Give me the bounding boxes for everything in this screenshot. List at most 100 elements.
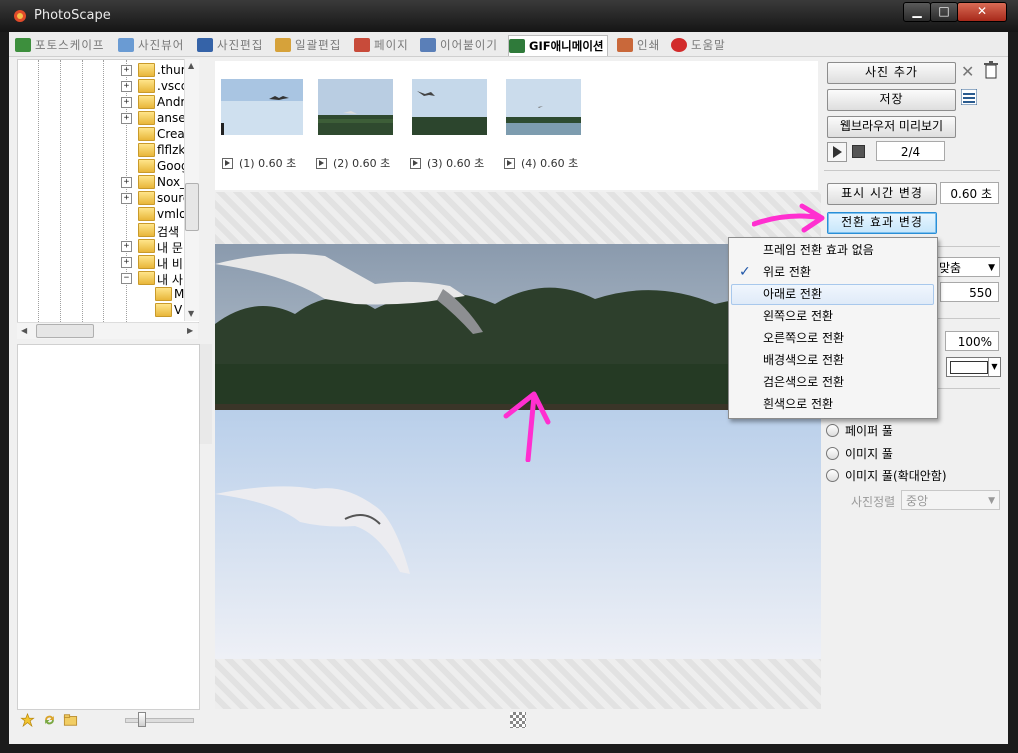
scroll-down-icon[interactable]: ▼ xyxy=(188,309,194,318)
browser-preview-button[interactable]: 웹브라우저 미리보기 xyxy=(827,116,956,138)
add-photo-button[interactable]: 사진 추가 xyxy=(827,62,956,84)
tree-horizontal-scroll-thumb[interactable] xyxy=(36,324,94,338)
tree-item[interactable]: V xyxy=(18,302,199,318)
expand-toggle-icon[interactable]: + xyxy=(121,97,132,108)
frame-time-label[interactable]: (2) 0.60 초 xyxy=(316,155,390,171)
tree-item[interactable]: M xyxy=(18,286,199,302)
play-frame-icon[interactable] xyxy=(316,157,327,169)
tab-print[interactable]: 인쇄 xyxy=(617,35,660,55)
tab-photoscape[interactable]: 포토스케이프 xyxy=(15,35,104,55)
frame-thumbnail[interactable] xyxy=(412,79,494,135)
tree-item[interactable]: + 내 비 xyxy=(18,254,199,271)
tree-item[interactable]: − 내 사 xyxy=(18,270,199,287)
expand-toggle-icon[interactable]: + xyxy=(121,177,132,188)
play-frame-icon[interactable] xyxy=(410,157,421,169)
minimize-button[interactable]: ▁ xyxy=(903,2,931,22)
tab-gif-animation[interactable]: GIF애니메이션 xyxy=(508,35,609,56)
tree-item[interactable]: + Nox_ xyxy=(18,174,199,190)
frame-thumbnail[interactable] xyxy=(506,79,588,135)
radio-circle[interactable] xyxy=(826,424,839,437)
tree-item[interactable]: + Andr xyxy=(18,94,199,110)
stop-button[interactable] xyxy=(852,145,865,158)
list-options-icon[interactable] xyxy=(961,89,977,105)
menu-item-transition[interactable]: ✓ 위로 전환 xyxy=(731,262,934,283)
radio-paper-fill[interactable]: 페이퍼 풀 xyxy=(826,422,893,439)
menu-item-transition[interactable]: 프레임 전환 효과 없음 xyxy=(731,240,934,261)
save-button[interactable]: 저장 xyxy=(827,89,956,111)
background-color-picker[interactable]: ▼ xyxy=(946,357,1001,377)
tab-help[interactable]: 도움말 xyxy=(671,35,726,55)
menu-item-transition[interactable]: 오른쪽으로 전환 xyxy=(731,328,934,349)
size-mode-select[interactable]: 맞춤 ▼ xyxy=(934,257,1000,277)
frame-time-label[interactable]: (1) 0.60 초 xyxy=(222,155,296,171)
menu-item-transition[interactable]: 검은색으로 전환 xyxy=(731,372,934,393)
tab-viewer[interactable]: 사진뷰어 xyxy=(118,35,184,55)
frame-thumbnail[interactable] xyxy=(318,79,400,135)
change-transition-button[interactable]: 전환 효과 변경 xyxy=(827,212,937,234)
expand-toggle-icon[interactable]: + xyxy=(121,113,132,124)
open-folder-icon[interactable] xyxy=(63,713,78,727)
tree-item[interactable]: + .vscc xyxy=(18,78,199,94)
frame-time-label[interactable]: (3) 0.60 초 xyxy=(410,155,484,171)
remove-icon[interactable]: ✕ xyxy=(961,62,974,81)
tree-item[interactable]: + anse xyxy=(18,110,199,126)
tree-item[interactable]: Creat xyxy=(18,126,199,142)
radio-image-fill-no-enlarge[interactable]: 이미지 풀(확대안함) xyxy=(826,467,947,484)
star-favorite-icon[interactable] xyxy=(20,713,35,727)
menu-item-transition[interactable]: 배경색으로 전환 xyxy=(731,350,934,371)
tree-item-label: .thur xyxy=(157,63,186,77)
change-display-time-button[interactable]: 표시 시간 변경 xyxy=(827,183,937,205)
scroll-right-icon[interactable]: ▶ xyxy=(187,326,193,335)
batch-tab-icon xyxy=(275,38,291,52)
radio-circle[interactable] xyxy=(826,447,839,460)
scroll-up-icon[interactable]: ▲ xyxy=(188,61,194,70)
play-frame-icon[interactable] xyxy=(222,157,233,169)
tab-combine[interactable]: 이어붙이기 xyxy=(420,35,498,55)
scroll-left-icon[interactable]: ◀ xyxy=(21,326,27,335)
print-tab-icon xyxy=(617,38,633,52)
tree-item[interactable]: 검색 xyxy=(18,222,199,239)
menu-item-label: 흰색으로 전환 xyxy=(763,397,834,411)
expand-toggle-icon[interactable]: + xyxy=(121,65,132,76)
expand-toggle-icon[interactable]: + xyxy=(121,81,132,92)
close-button[interactable]: ✕ xyxy=(957,2,1007,22)
thumbnail-size-slider-handle[interactable] xyxy=(138,712,146,727)
radio-image-fill[interactable]: 이미지 풀 xyxy=(826,445,893,462)
photo-align-select[interactable]: 중앙 ▼ xyxy=(901,490,1000,510)
frame-thumbnail[interactable] xyxy=(221,79,303,135)
height-input[interactable]: 550 xyxy=(940,282,999,302)
menu-item-transition[interactable]: 흰색으로 전환 xyxy=(731,394,934,415)
play-frame-icon[interactable] xyxy=(504,157,515,169)
tree-item[interactable]: + .thur xyxy=(18,62,199,78)
tree-item[interactable]: + sourc xyxy=(18,190,199,206)
tree-item[interactable]: Goog xyxy=(18,158,199,174)
thumbnail-size-slider[interactable] xyxy=(125,718,194,723)
tab-label: 인쇄 xyxy=(637,38,661,52)
tab-editor[interactable]: 사진편집 xyxy=(197,35,263,55)
expand-toggle-icon[interactable]: + xyxy=(121,241,132,252)
trash-icon[interactable] xyxy=(983,61,999,79)
frame-time-label[interactable]: (4) 0.60 초 xyxy=(504,155,578,171)
menu-item-transition[interactable]: 왼쪽으로 전환 xyxy=(731,306,934,327)
file-thumbnail-pane[interactable] xyxy=(17,344,200,710)
folder-tree[interactable]: + .thur + .vscc + Andr + anse Creat flflzk2 Goog + N… xyxy=(17,59,200,323)
thumbnail-scrollbar[interactable] xyxy=(199,344,212,444)
expand-toggle-icon[interactable]: + xyxy=(121,257,132,268)
expand-toggle-icon[interactable]: + xyxy=(121,193,132,204)
photoscape-tab-icon xyxy=(15,38,31,52)
tree-item[interactable]: flflzk2 xyxy=(18,142,199,158)
radio-circle[interactable] xyxy=(826,469,839,482)
tree-item[interactable]: vmlo xyxy=(18,206,199,222)
tab-page[interactable]: 페이지 xyxy=(354,35,409,55)
transparency-background-icon[interactable] xyxy=(510,712,526,728)
tab-batch[interactable]: 일괄편집 xyxy=(275,35,341,55)
zoom-input[interactable]: 100% xyxy=(945,331,999,351)
menu-item-transition[interactable]: 아래로 전환 xyxy=(731,284,934,305)
maximize-button[interactable]: □ xyxy=(930,2,958,22)
refresh-icon[interactable] xyxy=(42,713,57,727)
menu-item-label: 프레임 전환 효과 없음 xyxy=(763,243,874,257)
tree-item[interactable]: + 내 문 xyxy=(18,238,199,255)
play-button[interactable] xyxy=(827,142,847,162)
expand-toggle-icon[interactable]: − xyxy=(121,273,132,284)
tree-vertical-scroll-thumb[interactable] xyxy=(185,183,199,231)
